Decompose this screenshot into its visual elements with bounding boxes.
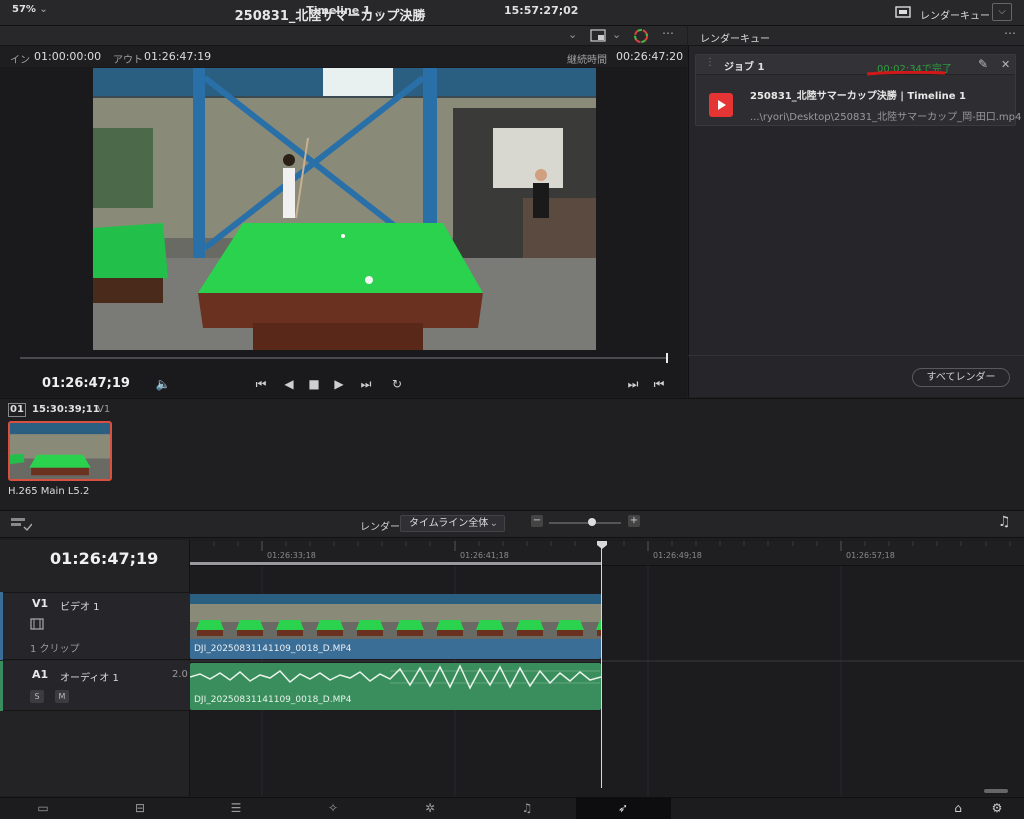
skip-to-end-icon[interactable]: ⏭ <box>357 377 375 392</box>
deliver-icon[interactable]: ➶ <box>613 801 633 815</box>
viewer-toolbar <box>0 26 687 46</box>
skip-to-start-icon[interactable]: ⏮ <box>252 377 270 392</box>
zoom-out-icon[interactable]: − <box>531 515 543 527</box>
cut-icon[interactable]: ⊟ <box>130 801 150 815</box>
mute-button[interactable]: M <box>55 690 69 703</box>
out-value: 01:26:47:19 <box>144 50 212 63</box>
color-wheel-icon[interactable] <box>633 28 649 44</box>
duration-value: 00:26:47:20 <box>616 50 684 63</box>
channel-format: 2.0 <box>172 669 188 680</box>
clip-thumbnail[interactable] <box>8 421 112 481</box>
timecode-top: 15:57:27;02 <box>504 4 579 17</box>
timeline-name: Timeline 1 <box>306 4 371 17</box>
viewer-mode-icon[interactable] <box>590 29 606 42</box>
audio-waveform <box>190 664 601 690</box>
in-label: イン <box>10 55 30 66</box>
fairlight-icon[interactable]: ♫ <box>517 801 537 815</box>
in-value: 01:00:00:00 <box>34 50 102 63</box>
close-icon[interactable]: ✕ <box>1001 58 1010 71</box>
video-clip-thumbnails <box>190 594 601 639</box>
render-range-select[interactable]: タイムライン全体 ⌄ <box>400 515 505 532</box>
clip-codec: H.265 Main L5.2 <box>8 486 90 497</box>
settings-icon[interactable]: ⚙ <box>987 801 1007 815</box>
playhead[interactable] <box>601 542 602 788</box>
out-label: アウト <box>113 55 143 66</box>
track-id: A1 <box>32 668 49 681</box>
play-icon[interactable]: ▶ <box>330 377 348 391</box>
track-name[interactable]: オーディオ 1 <box>60 669 119 684</box>
home-icon[interactable]: ⌂ <box>948 801 968 815</box>
timeline-view-options-icon[interactable] <box>10 516 32 532</box>
ruler-label: 01:26:41;18 <box>460 551 509 560</box>
timeline-toolbar <box>0 510 1024 538</box>
play-render-icon[interactable] <box>709 93 733 117</box>
ruler-label: 01:26:49;18 <box>653 551 702 560</box>
ruler-label: 01:26:57;18 <box>846 551 895 560</box>
zoom-slider-handle[interactable] <box>588 518 596 526</box>
render-queue-toggle[interactable]: レンダーキュー <box>920 7 990 22</box>
color-icon[interactable]: ✲ <box>420 801 440 815</box>
stop-icon[interactable]: ■ <box>305 377 323 391</box>
video-clip-name: DJI_20250831141109_0018_D.MP4 <box>194 644 352 654</box>
duration-label: 継続時間 <box>567 55 607 66</box>
film-strip-icon[interactable] <box>30 618 44 630</box>
render-queue-title: レンダーキュー <box>700 34 770 45</box>
track-id: V1 <box>32 597 49 610</box>
solo-button[interactable]: S <box>30 690 44 703</box>
horizontal-scrollbar[interactable] <box>984 789 1008 793</box>
fusion-icon[interactable]: ✧ <box>323 801 343 815</box>
more-options-icon[interactable]: ⋯ <box>1004 26 1016 40</box>
zoom-slider[interactable] <box>549 522 621 524</box>
zoom-dropdown[interactable]: 57% ⌄ <box>12 4 48 15</box>
expand-icon[interactable]: ⌵ <box>992 3 1012 21</box>
render-range-label: レンダー <box>360 522 400 533</box>
render-range-value: タイムライン全体 <box>409 518 489 529</box>
edit-pencil-icon[interactable]: ✎ <box>978 57 988 71</box>
chevron-down-icon: ⌄ <box>39 4 48 15</box>
drag-handle-icon[interactable]: ⋮ <box>705 57 715 68</box>
track-color-bar <box>0 661 3 711</box>
more-options-icon[interactable]: ⋯ <box>662 26 674 40</box>
track-clip-count: 1 クリップ <box>30 644 80 655</box>
loop-icon[interactable]: ↻ <box>388 377 406 391</box>
current-timecode: 01:26:47;19 <box>42 376 130 391</box>
clips-strip <box>0 398 1024 508</box>
chevron-down-icon: ⌄ <box>374 4 384 17</box>
next-clip-icon[interactable]: ⏭ <box>624 377 642 392</box>
clip-number: 01 <box>8 403 26 417</box>
audio-clip-name: DJI_20250831141109_0018_D.MP4 <box>194 695 352 705</box>
scrub-bar[interactable] <box>20 357 668 359</box>
timeline-dropdown[interactable]: Timeline 1 ⌄ <box>300 4 390 17</box>
volume-icon[interactable]: 🔈 <box>154 377 172 391</box>
zoom-value: 57% <box>12 4 36 15</box>
ruler-label: 01:26:33;18 <box>267 551 316 560</box>
edit-icon[interactable]: ☰ <box>226 801 246 815</box>
chevron-down-icon[interactable]: ⌄ <box>612 28 621 41</box>
chevron-down-icon: ⌄ <box>489 518 498 529</box>
clip-timecode: 15:30:39;11 <box>32 404 100 415</box>
scrub-handle[interactable] <box>666 353 668 363</box>
job-output-path: ...\ryori\Desktop\250831_北陸サマーカップ_岡-田口.m… <box>750 112 1022 123</box>
media-icon[interactable]: ▭ <box>33 801 53 815</box>
clip-track: V1 <box>97 404 111 415</box>
previous-clip-icon[interactable]: ⏮ <box>650 377 668 392</box>
job-name: ジョブ 1 <box>724 62 765 73</box>
render-queue-icon[interactable] <box>894 5 912 19</box>
zoom-in-icon[interactable]: + <box>628 515 640 527</box>
reverse-play-icon[interactable]: ◀ <box>280 377 298 391</box>
render-all-button[interactable]: すべてレンダー <box>912 368 1010 387</box>
playhead-handle[interactable] <box>597 541 607 549</box>
annotation-underline <box>866 71 946 76</box>
page-navigation <box>0 797 1024 819</box>
job-title: 250831_北陸サマーカップ決勝 | Timeline 1 <box>750 91 967 102</box>
audio-meter-icon[interactable]: ♫ <box>998 514 1011 530</box>
track-name[interactable]: ビデオ 1 <box>60 598 100 613</box>
track-color-bar <box>0 592 3 660</box>
timeline-timecode: 01:26:47;19 <box>50 549 159 568</box>
chevron-down-icon[interactable]: ⌄ <box>568 28 577 41</box>
panel-divider <box>688 355 1024 356</box>
video-frame <box>93 68 596 350</box>
